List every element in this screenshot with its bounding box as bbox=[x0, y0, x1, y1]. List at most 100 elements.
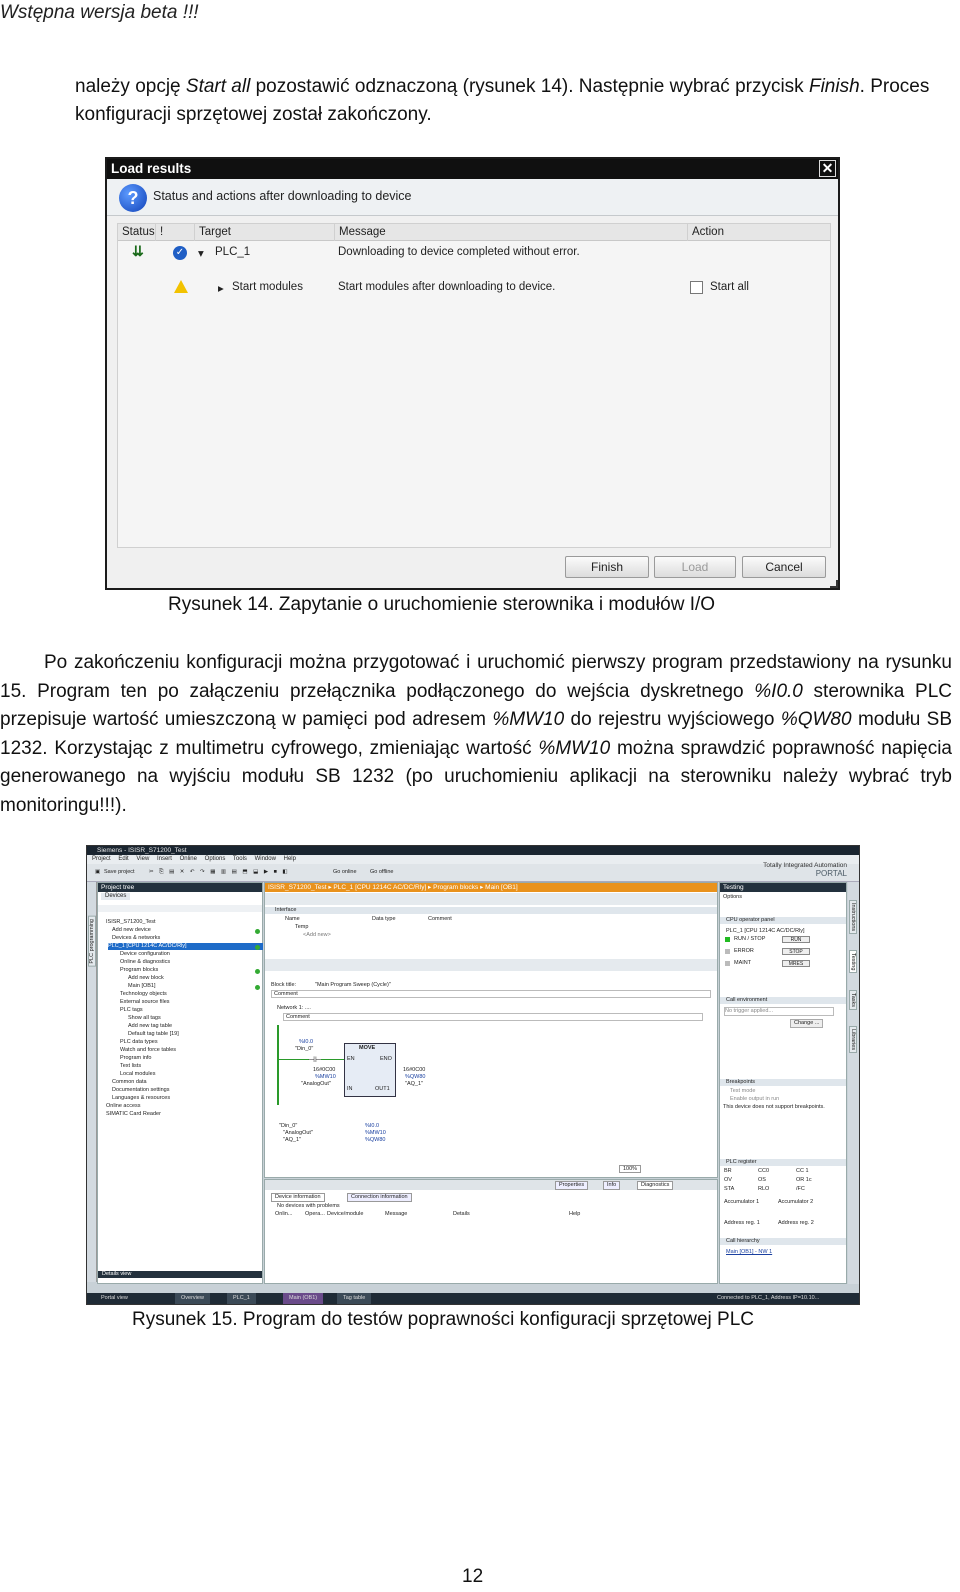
taskbar-tab[interactable]: Overview bbox=[175, 1293, 210, 1304]
menu-options[interactable]: Options bbox=[205, 856, 226, 862]
tree-item[interactable]: ISISR_S71200_Test bbox=[106, 919, 156, 926]
go-offline-button[interactable]: Go offline bbox=[370, 869, 393, 875]
cpu-panel-header[interactable]: CPU operator panel bbox=[720, 917, 846, 924]
devices-tab[interactable]: Devices bbox=[101, 893, 131, 900]
save-icon[interactable]: ▣ bbox=[95, 869, 100, 875]
iface-row[interactable]: Temp bbox=[295, 924, 308, 931]
tree-item[interactable]: Devices & networks bbox=[112, 935, 160, 942]
tree-item[interactable]: Online access bbox=[106, 1103, 141, 1110]
testing-task-card: Testing Options CPU operator panel PLC_1… bbox=[719, 882, 847, 1284]
tree-item[interactable]: Show all tags bbox=[128, 1015, 161, 1022]
contact-name: "Din_0" bbox=[295, 1046, 314, 1052]
load-button[interactable]: Load bbox=[654, 556, 736, 578]
menu-view[interactable]: View bbox=[136, 856, 149, 862]
tree-item[interactable]: SIMATIC Card Reader bbox=[106, 1111, 161, 1118]
out-pin: OUT1 bbox=[375, 1086, 390, 1092]
portal-view-button[interactable]: Portal view bbox=[101, 1293, 128, 1304]
led-label: RUN / STOP bbox=[734, 936, 766, 942]
inspector-window: Properties Info Diagnostics Device infor… bbox=[264, 1179, 718, 1284]
save-project-button[interactable]: Save project bbox=[104, 869, 135, 875]
test-mode-option[interactable]: Test mode bbox=[730, 1088, 755, 1095]
move-block[interactable]: MOVE EN ENO IN OUT1 bbox=[344, 1043, 396, 1097]
go-online-button[interactable]: Go online bbox=[333, 869, 357, 875]
taskbar-tab[interactable]: PLC_1 bbox=[227, 1293, 256, 1304]
tab-tasks[interactable]: Tasks bbox=[849, 990, 857, 1011]
menu-help[interactable]: Help bbox=[284, 856, 296, 862]
menu-project[interactable]: Project bbox=[92, 856, 111, 862]
stop-button[interactable]: STOP bbox=[782, 948, 810, 955]
taskbar-tab[interactable]: Main (OB1) bbox=[283, 1293, 324, 1304]
tree-item[interactable]: PLC tags bbox=[120, 1007, 143, 1014]
block-comment[interactable]: Comment bbox=[271, 990, 711, 998]
tree-item[interactable]: Add new tag table bbox=[128, 1023, 172, 1030]
change-button[interactable]: Change ... bbox=[790, 1019, 824, 1028]
expand-arrow-icon[interactable]: ▾ bbox=[198, 246, 204, 260]
tree-item[interactable]: Watch and force tables bbox=[120, 1047, 176, 1054]
tree-item[interactable]: Languages & resources bbox=[112, 1095, 170, 1102]
taskbar-tab[interactable]: Tag table bbox=[337, 1293, 372, 1304]
tree-item[interactable]: Device configuration bbox=[120, 951, 170, 958]
subtab-connection-info[interactable]: Connection information bbox=[347, 1193, 412, 1202]
tab-properties[interactable]: Properties bbox=[555, 1181, 589, 1190]
move-label: MOVE bbox=[359, 1045, 376, 1051]
chevron-right-icon[interactable]: ▸ bbox=[218, 281, 224, 295]
menu-window[interactable]: Window bbox=[255, 856, 276, 862]
tree-item[interactable]: Text lists bbox=[120, 1063, 141, 1070]
plc-register-header[interactable]: PLC register bbox=[720, 1159, 846, 1166]
enable-output-option[interactable]: Enable output in run bbox=[730, 1096, 779, 1103]
target-start-modules: Start modules bbox=[232, 281, 303, 293]
iface-row[interactable]: <Add new> bbox=[303, 932, 331, 939]
breakpoints-header[interactable]: Breakpoints bbox=[720, 1079, 846, 1086]
call-hierarchy-header[interactable]: Call hierarchy bbox=[720, 1238, 846, 1245]
in-address: %MW10 bbox=[315, 1074, 336, 1080]
close-icon[interactable]: ✕ bbox=[819, 160, 836, 177]
network-comment[interactable]: Comment bbox=[283, 1013, 703, 1021]
tab-instructions[interactable]: Instructions bbox=[849, 900, 857, 935]
tree-item[interactable]: Add new block bbox=[128, 975, 164, 982]
mres-button[interactable]: MRES bbox=[782, 960, 810, 967]
led-label: ERROR bbox=[734, 948, 754, 954]
tab-libraries[interactable]: Libraries bbox=[849, 1026, 857, 1054]
tree-item[interactable]: Default tag table [19] bbox=[128, 1031, 179, 1038]
start-all-checkbox[interactable] bbox=[690, 281, 703, 294]
resize-grip-icon[interactable] bbox=[830, 580, 838, 588]
tia-menubar: Project Edit View Insert Online Options … bbox=[87, 855, 859, 864]
tree-item[interactable]: Online & diagnostics bbox=[120, 959, 170, 966]
tree-item[interactable]: Main [OB1] bbox=[128, 983, 156, 990]
toolbar-icons: ✂ ⎘ ▤ ✕ ↶ ↷ ▦ ▥ ▤ ⬒ ⬓ ▶ ■ ◧ bbox=[149, 869, 290, 875]
no-contact-icon[interactable]: ⊣⊢ bbox=[308, 1055, 322, 1064]
menu-tools[interactable]: Tools bbox=[233, 856, 247, 862]
tree-item[interactable]: Documentation settings bbox=[112, 1087, 169, 1094]
tree-item[interactable]: External source files bbox=[120, 999, 170, 1006]
tree-item[interactable]: Program blocks bbox=[120, 967, 158, 974]
tab-testing[interactable]: Testing bbox=[849, 950, 857, 974]
tree-item-selected[interactable]: PLC_1 [CPU 1214C AC/DC/Rly] bbox=[108, 943, 263, 950]
tree-item[interactable]: Program info bbox=[120, 1055, 152, 1062]
call-env-header[interactable]: Call environment bbox=[720, 997, 846, 1004]
call-hierarchy-link[interactable]: Main [OB1] - NW 1 bbox=[726, 1249, 772, 1256]
out-name: "AQ_1" bbox=[405, 1081, 423, 1087]
tab-info[interactable]: Info bbox=[603, 1181, 621, 1190]
details-view-bar[interactable]: Details view bbox=[98, 1271, 262, 1278]
address-reg-2-label: Address reg. 2 bbox=[778, 1220, 814, 1226]
zoom-select[interactable]: 100% bbox=[619, 1165, 642, 1173]
status-ok-icon bbox=[255, 969, 260, 974]
tia-statusbar: Portal view Overview PLC_1 Main (OB1) Ta… bbox=[87, 1293, 859, 1304]
interface-header[interactable]: Interface bbox=[265, 907, 717, 914]
run-button[interactable]: RUN bbox=[782, 936, 810, 943]
tree-item[interactable]: Add new device bbox=[112, 927, 151, 934]
finish-button[interactable]: Finish bbox=[565, 556, 649, 578]
tree-item[interactable]: PLC data types bbox=[120, 1039, 158, 1046]
tree-item[interactable]: Technology objects bbox=[120, 991, 167, 998]
cancel-button[interactable]: Cancel bbox=[742, 556, 826, 578]
menu-insert[interactable]: Insert bbox=[157, 856, 172, 862]
menu-online[interactable]: Online bbox=[180, 856, 197, 862]
accumulator-1-label: Accumulator 1 bbox=[724, 1199, 760, 1205]
row-message: Start modules after downloading to devic… bbox=[338, 281, 556, 293]
side-tab-plc-programming[interactable]: PLC programming bbox=[88, 916, 96, 967]
menu-edit[interactable]: Edit bbox=[118, 856, 128, 862]
subtab-device-info[interactable]: Device information bbox=[271, 1193, 325, 1202]
tree-item[interactable]: Local modules bbox=[120, 1071, 155, 1078]
tree-item[interactable]: Common data bbox=[112, 1079, 147, 1086]
tab-diagnostics[interactable]: Diagnostics bbox=[637, 1181, 674, 1190]
